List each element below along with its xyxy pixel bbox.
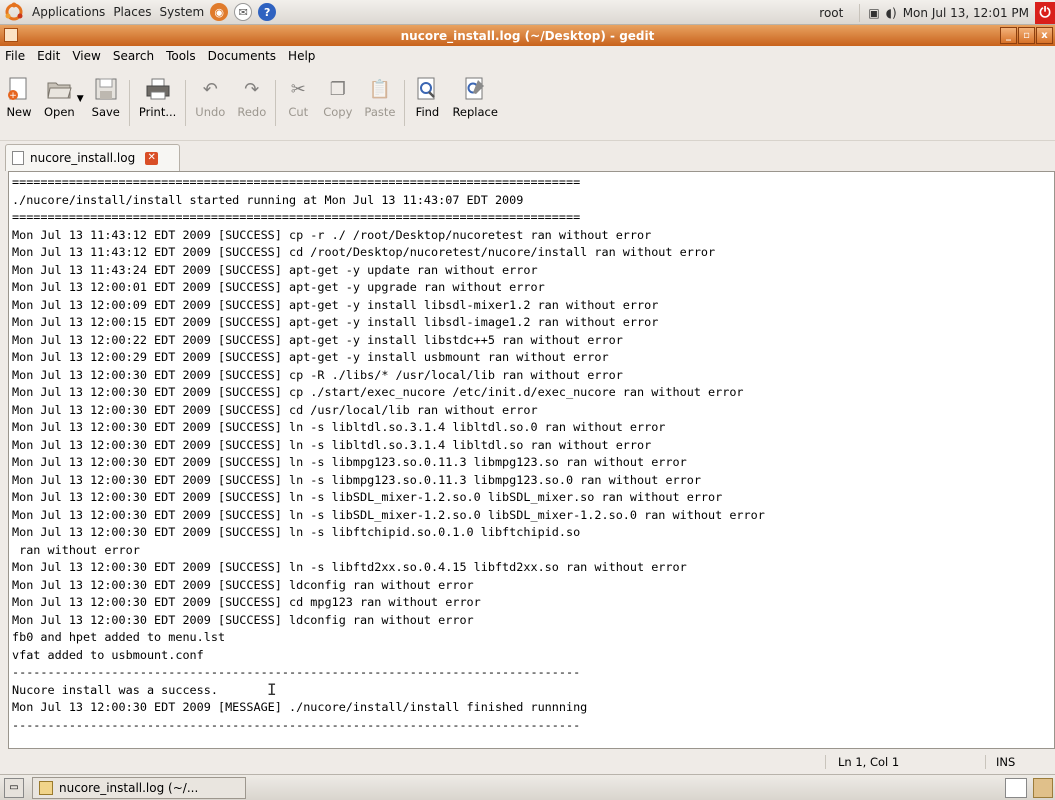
menu-file[interactable]: File (0, 49, 31, 63)
window-menu-icon[interactable] (4, 28, 18, 42)
toolbar-separator (185, 80, 187, 126)
clipboard-icon: 📋 (368, 78, 392, 100)
text-document-icon (12, 151, 24, 165)
folder-open-icon (46, 76, 73, 102)
menu-help[interactable]: Help (282, 49, 321, 63)
find-icon (414, 76, 440, 102)
network-icon[interactable]: ▣ (868, 6, 879, 20)
copy-icon: ❐ (329, 78, 346, 100)
menu-tools[interactable]: Tools (160, 49, 202, 63)
minimize-button[interactable]: _ (1000, 27, 1017, 44)
open-button[interactable]: Open (38, 68, 81, 132)
save-button[interactable]: Save (86, 68, 126, 132)
close-tab-icon[interactable]: ✕ (145, 151, 159, 165)
gedit-icon (39, 780, 53, 795)
web-browser-launcher-icon[interactable]: ◉ (210, 3, 229, 21)
panel-tray: root ▣ ◖) Mon Jul 13, 12:01 PM ⏻ (819, 0, 1055, 25)
toolbar-separator (404, 80, 406, 126)
window-title: nucore_install.log (~/Desktop) - gedit (400, 28, 655, 43)
document-tabs: nucore_install.log ✕ (0, 141, 1055, 171)
power-icon[interactable]: ⏻ (1035, 1, 1055, 24)
find-button[interactable]: Find (408, 68, 446, 132)
save-icon (93, 76, 119, 102)
panel-clock[interactable]: Mon Jul 13, 12:01 PM (903, 6, 1029, 20)
menu-edit[interactable]: Edit (31, 49, 66, 63)
window-controls: _ ▫ x (1000, 27, 1053, 44)
undo-icon: ↶ (202, 78, 218, 100)
redo-button[interactable]: ↷ Redo (231, 68, 272, 132)
cut-button[interactable]: ✂ Cut (279, 68, 317, 132)
panel-separator (859, 3, 861, 22)
show-desktop-icon[interactable]: ▭ (4, 777, 24, 798)
insert-mode[interactable]: INS (985, 754, 1055, 769)
document-text[interactable]: ========================================… (9, 172, 1054, 734)
statusbar: Ln 1, Col 1 INS (0, 749, 1055, 774)
svg-text:+: + (9, 91, 17, 101)
toolbar: + New Open ▼ Save Print... ↶ Undo ↷ Redo… (0, 66, 1055, 141)
replace-button[interactable]: Replace (446, 68, 504, 132)
applications-menu[interactable]: Applications (32, 5, 105, 19)
menu-view[interactable]: View (66, 49, 106, 63)
cursor-position: Ln 1, Col 1 (825, 754, 985, 769)
printer-icon (145, 76, 171, 102)
new-button[interactable]: + New (0, 68, 38, 132)
find-replace-icon (462, 76, 488, 102)
mail-launcher-icon[interactable]: ✉ (234, 3, 253, 21)
menu-search[interactable]: Search (107, 49, 160, 63)
text-editor[interactable]: ========================================… (8, 171, 1055, 749)
trash-icon[interactable] (1033, 778, 1053, 798)
new-document-icon: + (6, 76, 32, 102)
tab-label: nucore_install.log (30, 151, 136, 165)
redo-icon: ↷ (244, 78, 260, 100)
help-launcher-icon[interactable]: ? (258, 3, 277, 21)
scissors-icon: ✂ (290, 78, 306, 100)
taskbar-gedit-window[interactable]: nucore_install.log (~/... (32, 776, 246, 799)
top-panel: Applications Places System ◉ ✉ ? root ▣ … (0, 0, 1055, 25)
undo-button[interactable]: ↶ Undo (189, 68, 231, 132)
window-titlebar[interactable]: nucore_install.log (~/Desktop) - gedit _… (0, 25, 1055, 46)
workspace-switcher[interactable] (1005, 778, 1027, 798)
taskbar-label: nucore_install.log (~/... (59, 780, 199, 795)
copy-button[interactable]: ❐ Copy (317, 68, 358, 132)
text-cursor-icon: I (267, 680, 277, 699)
tab-nucore-install-log[interactable]: nucore_install.log ✕ (5, 144, 180, 171)
panel-user[interactable]: root (819, 6, 843, 20)
places-menu[interactable]: Places (113, 5, 151, 19)
toolbar-separator (275, 80, 277, 126)
menubar: File Edit View Search Tools Documents He… (0, 46, 1055, 66)
ubuntu-logo-icon[interactable] (4, 2, 24, 22)
bottom-panel: ▭ nucore_install.log (~/... (0, 774, 1055, 800)
maximize-button[interactable]: ▫ (1018, 27, 1035, 44)
paste-button[interactable]: 📋 Paste (358, 68, 401, 132)
print-button[interactable]: Print... (133, 68, 182, 132)
toolbar-separator (128, 80, 130, 126)
menu-documents[interactable]: Documents (202, 49, 282, 63)
close-button[interactable]: x (1036, 27, 1053, 44)
open-recent-dropdown[interactable]: ▼ (77, 94, 84, 104)
volume-icon[interactable]: ◖) (886, 6, 897, 20)
system-menu[interactable]: System (159, 5, 204, 19)
